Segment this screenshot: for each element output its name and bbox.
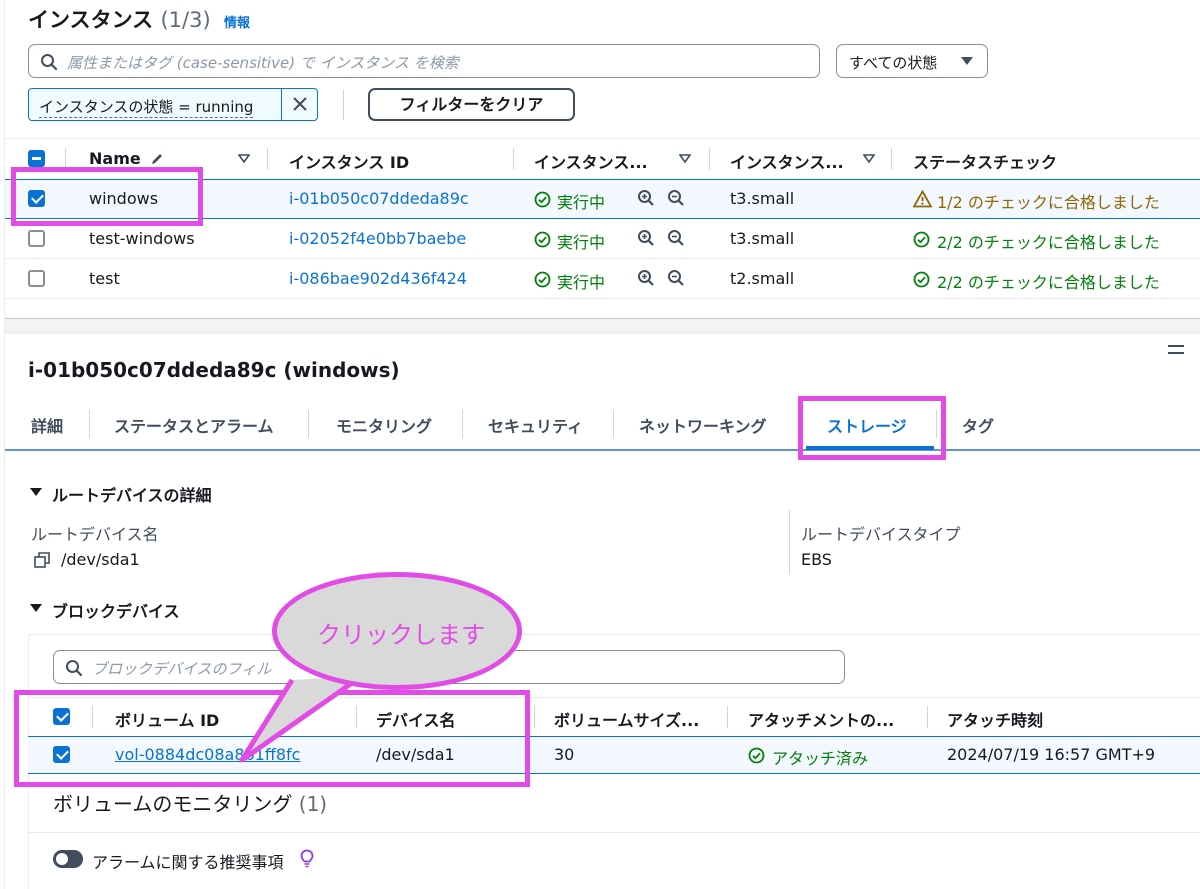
- block-devices-heading[interactable]: ブロックデバイス: [52, 598, 180, 622]
- filter-divider: [343, 90, 344, 120]
- status-check: 2/2 のチェックに合格しました: [937, 233, 1160, 252]
- tab-networking[interactable]: ネットワーキング: [639, 413, 767, 437]
- monitoring-title: ボリュームのモニタリング (1): [53, 788, 327, 817]
- row-checkbox[interactable]: [28, 230, 45, 247]
- volume-size: 30: [554, 745, 575, 764]
- filter-chip: インスタンスの状態 = running: [28, 88, 318, 121]
- state-filter-label: すべての状態: [849, 54, 938, 72]
- tab-status-alarms[interactable]: ステータスとアラーム: [114, 413, 274, 437]
- remove-filter-button[interactable]: [281, 89, 318, 120]
- check-circle-icon: [913, 231, 930, 248]
- column-header-status-check[interactable]: ステータスチェック: [913, 149, 1057, 173]
- column-header-instance-id[interactable]: インスタンス ID: [289, 149, 409, 173]
- root-device-type-value: EBS: [801, 550, 832, 569]
- status-check: 1/2 のチェックに合格しました: [937, 193, 1160, 212]
- tab-tags[interactable]: タグ: [962, 413, 994, 437]
- close-icon: [293, 97, 307, 111]
- tab-details[interactable]: 詳細: [31, 413, 63, 437]
- alarm-recommendation-label: アラームに関する推奨事項: [92, 853, 284, 872]
- edit-icon: [152, 154, 163, 164]
- tab-security[interactable]: セキュリティ: [488, 413, 583, 437]
- column-header-attachment-status[interactable]: アタッチメントの...: [748, 707, 894, 731]
- left-edge-border: [4, 0, 5, 889]
- page-title-text: インスタンス: [28, 8, 154, 32]
- status-check: 2/2 のチェックに合格しました: [937, 273, 1160, 292]
- column-header-volume-size[interactable]: ボリュームサイズ...: [554, 707, 699, 731]
- instance-search-input[interactable]: 属性またはタグ (case-sensitive) で インスタンス を検索: [28, 44, 820, 78]
- instance-id-link[interactable]: i-086bae902d436f424: [289, 269, 467, 288]
- monitoring-title-text: ボリュームのモニタリング: [53, 792, 293, 816]
- column-header-name[interactable]: Name: [89, 149, 164, 168]
- info-link[interactable]: 情報: [224, 12, 250, 31]
- state-filter-select[interactable]: すべての状態: [836, 44, 988, 78]
- page-title: インスタンス (1/3): [28, 4, 211, 34]
- highlight-windows-row: [11, 167, 203, 226]
- callout-bubble: クリックします: [272, 572, 522, 690]
- sort-caret-icon[interactable]: [238, 154, 250, 163]
- collapse-triangle-icon[interactable]: [30, 488, 42, 497]
- zoom-in-icon[interactable]: [637, 269, 655, 287]
- sort-caret-icon[interactable]: [679, 154, 691, 163]
- highlight-storage-tab: [798, 396, 946, 460]
- clear-filters-button[interactable]: フィルターをクリア: [368, 88, 575, 121]
- tabs-underline: [5, 449, 1200, 451]
- instance-id-link[interactable]: i-01b050c07ddeda89c: [289, 189, 469, 208]
- row-checkbox[interactable]: [28, 270, 45, 287]
- monitoring-count: (1): [298, 792, 328, 816]
- drag-handle-icon[interactable]: [1168, 345, 1184, 354]
- lightbulb-icon: [300, 849, 314, 868]
- copy-icon[interactable]: [34, 552, 51, 569]
- instance-state: 実行中: [557, 273, 606, 292]
- zoom-out-icon[interactable]: [667, 229, 685, 247]
- search-placeholder: 属性またはタグ (case-sensitive) で インスタンス を検索: [67, 54, 459, 72]
- root-device-name-value: /dev/sda1: [61, 550, 140, 569]
- caret-down-icon: [961, 57, 973, 65]
- check-circle-icon: [748, 747, 765, 764]
- filter-chip-label: インスタンスの状態 = running: [39, 98, 254, 118]
- zoom-in-icon[interactable]: [637, 229, 655, 247]
- select-all-checkbox[interactable]: [28, 150, 45, 167]
- column-header-attach-time[interactable]: アタッチ時刻: [947, 707, 1043, 731]
- instance-state: 実行中: [557, 233, 606, 252]
- zoom-in-icon[interactable]: [637, 189, 655, 207]
- split-panel-divider: [5, 318, 1200, 334]
- zoom-out-icon[interactable]: [667, 269, 685, 287]
- attachment-status: アタッチ済み: [772, 749, 869, 768]
- root-device-name-label: ルートデバイス名: [31, 525, 159, 544]
- instance-name: test: [89, 269, 120, 288]
- callout-text: クリックします: [317, 621, 485, 649]
- column-header-instance-type[interactable]: インスタンス...: [730, 149, 844, 173]
- instance-count: (1/3): [160, 8, 211, 32]
- attach-time: 2024/07/19 16:57 GMT+9: [947, 745, 1156, 764]
- root-device-heading[interactable]: ルートデバイスの詳細: [52, 482, 212, 506]
- tab-monitoring[interactable]: モニタリング: [336, 413, 432, 437]
- check-circle-icon: [534, 231, 551, 248]
- instance-name: test-windows: [89, 229, 195, 248]
- check-circle-icon: [534, 271, 551, 288]
- zoom-out-icon[interactable]: [667, 189, 685, 207]
- instance-type: t2.small: [730, 269, 795, 288]
- instance-type: t3.small: [730, 189, 795, 208]
- root-device-type-label: ルートデバイスタイプ: [801, 525, 961, 544]
- collapse-triangle-icon[interactable]: [30, 604, 42, 613]
- instance-type: t3.small: [730, 229, 795, 248]
- check-circle-icon: [534, 191, 551, 208]
- search-icon: [41, 54, 58, 71]
- table-top-border: [5, 138, 1200, 139]
- column-header-instance-state[interactable]: インスタンス...: [534, 149, 648, 173]
- check-circle-icon: [913, 271, 930, 288]
- alarm-recommendation-toggle[interactable]: [53, 850, 83, 868]
- warning-icon: [913, 190, 932, 208]
- sort-caret-icon[interactable]: [863, 154, 875, 163]
- detail-title: i-01b050c07ddeda89c (windows): [28, 358, 400, 382]
- instance-id-link[interactable]: i-02052f4e0bb7baebe: [289, 229, 466, 248]
- search-icon: [66, 660, 83, 677]
- instance-state: 実行中: [557, 193, 606, 212]
